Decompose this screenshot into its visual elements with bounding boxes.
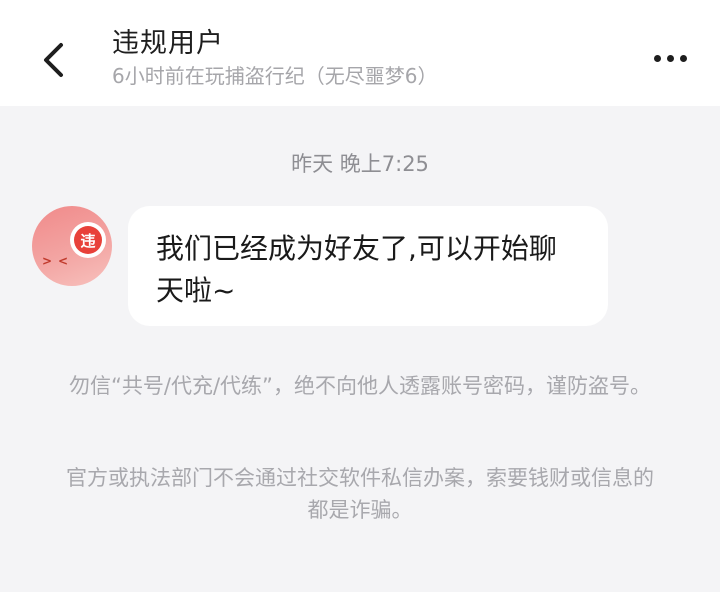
security-notice: 勿信“共号/代充/代练”，绝不向他人透露账号密码，谨防盗号。 [69,374,651,398]
more-horizontal-icon [653,54,661,62]
message-text: 我们已经成为好友了,可以开始聊天啦~ [156,232,557,307]
back-button[interactable] [30,36,78,84]
contact-name: 违规用户 [112,28,224,59]
violation-badge-label: 违 [74,226,102,254]
more-dot [679,54,687,62]
title-block[interactable]: 违规用户 6小时前在玩捕盗行纪（无尽噩梦6） [112,26,437,90]
fraud-notice: 官方或执法部门不会通过社交软件私信办案，索要钱财或信息的都是诈骗。 [66,466,654,522]
contact-status: 6小时前在玩捕盗行纪（无尽噩梦6） [112,64,438,88]
message-timestamp: 昨天 晚上7:25 [291,152,429,176]
more-options-button[interactable] [644,44,696,72]
chat-header: 违规用户 6小时前在玩捕盗行纪（无尽噩梦6） [0,0,720,106]
violation-badge: 违 [70,222,106,258]
more-dot [666,54,674,62]
avatar[interactable]: 违 >< [32,206,112,286]
chevron-left-icon [44,43,63,77]
avatar-face: >< [42,254,75,268]
message-bubble[interactable]: 我们已经成为好友了,可以开始聊天啦~ [128,206,608,326]
